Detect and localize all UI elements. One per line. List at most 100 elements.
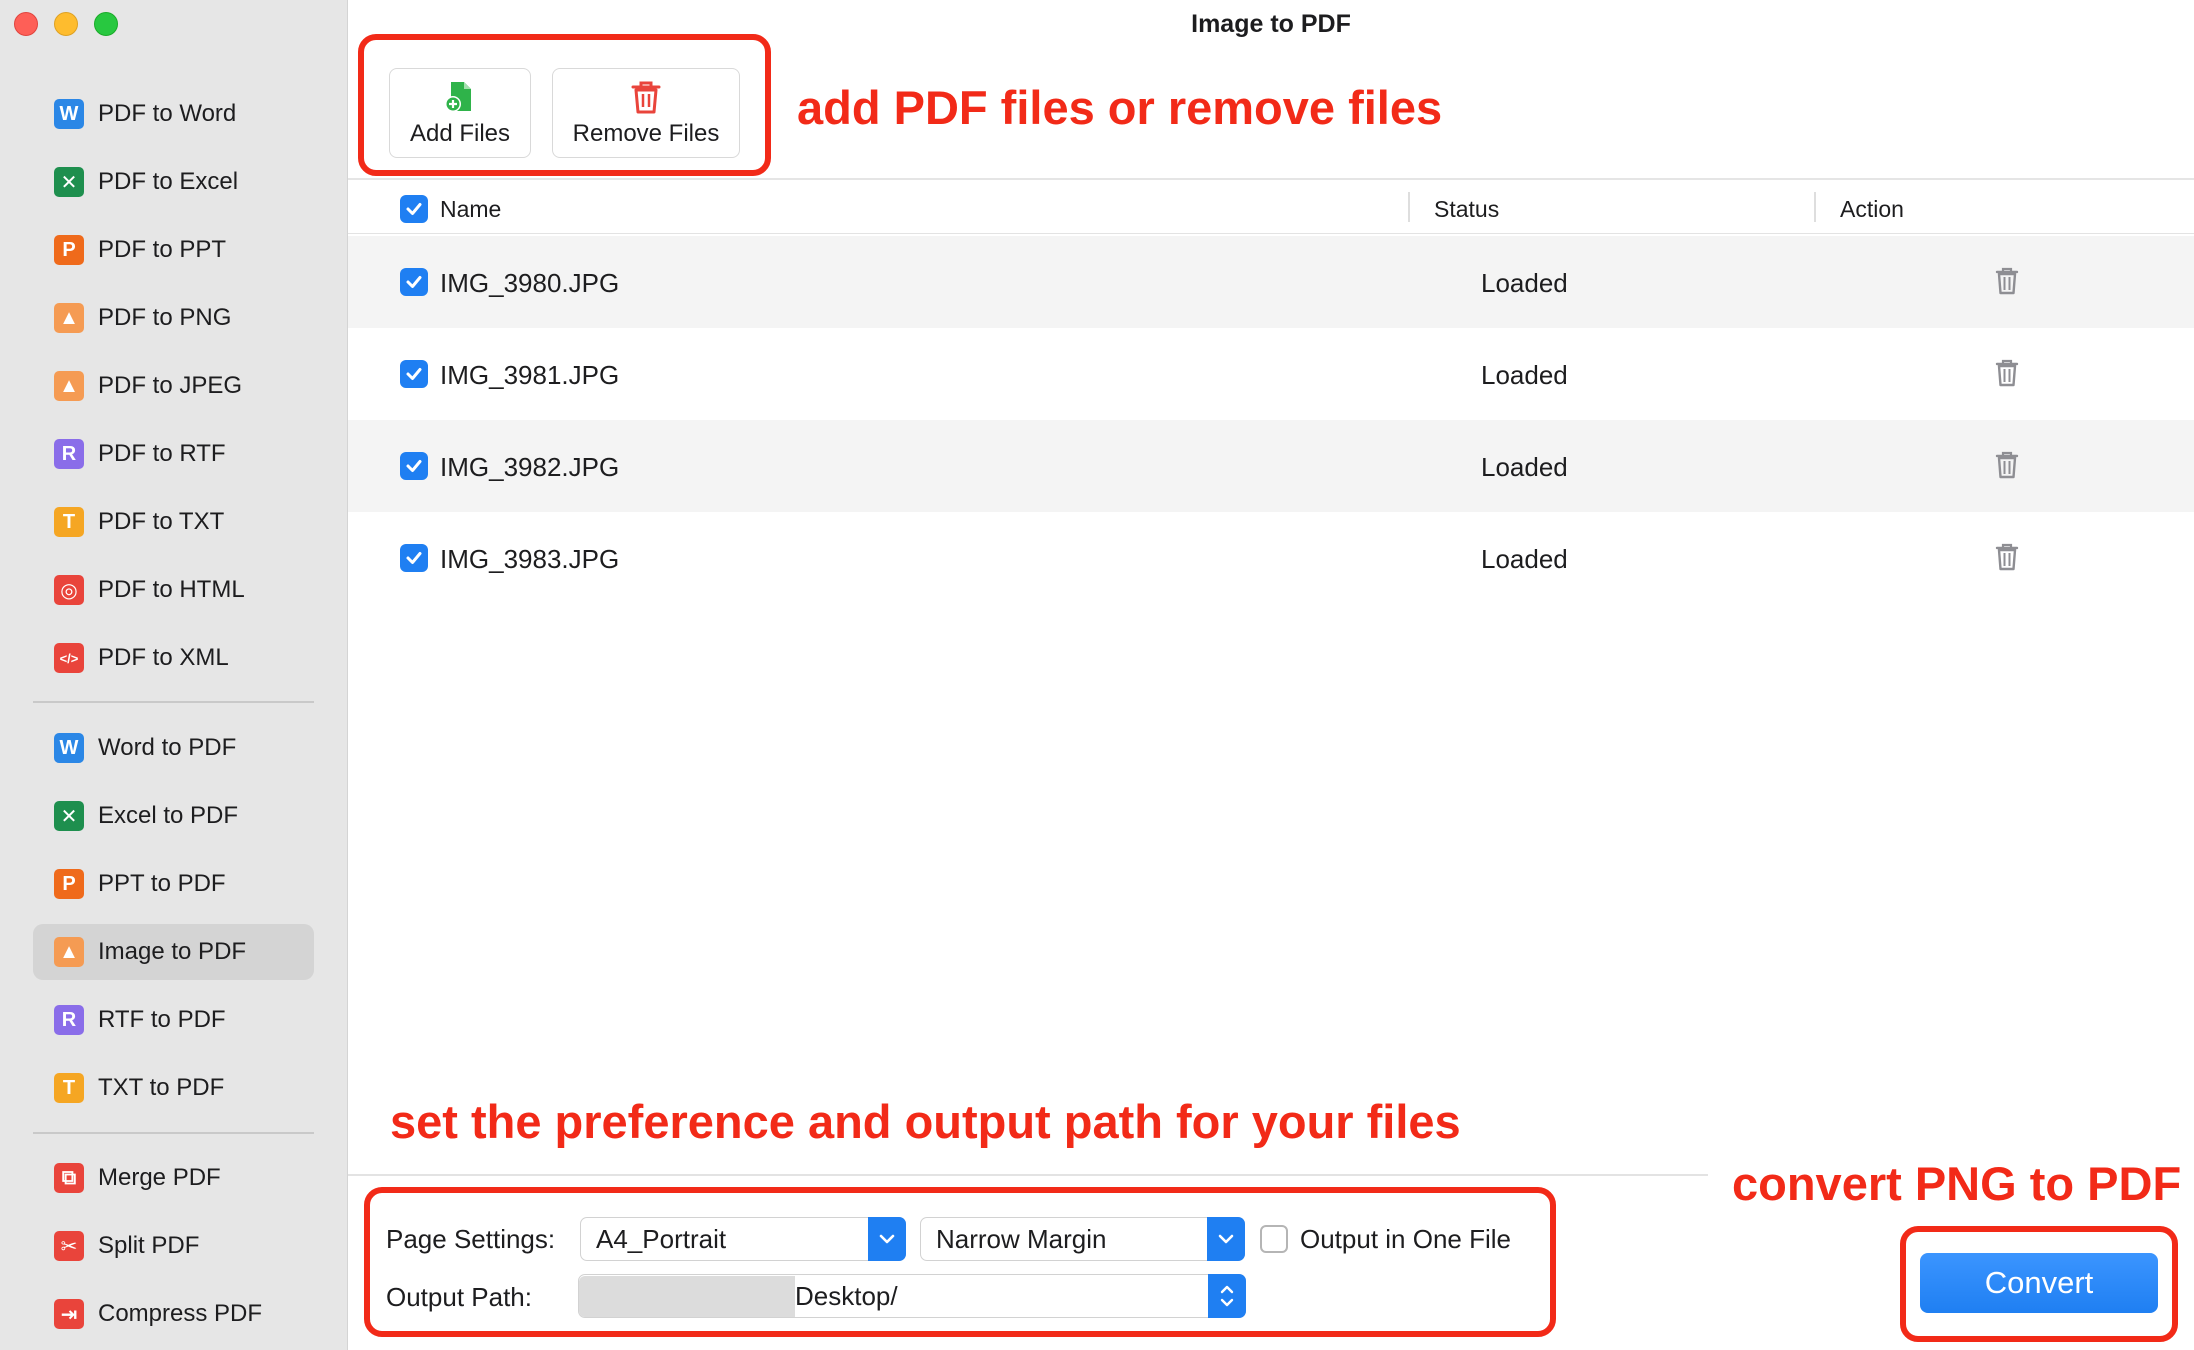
- sidebar-item-pdf-to-word[interactable]: W PDF to Word: [33, 86, 314, 142]
- column-separator: [1814, 192, 1816, 222]
- sidebar-divider: [33, 1132, 314, 1134]
- sidebar-item-label: Image to PDF: [98, 938, 247, 965]
- sidebar-item-label: PDF to Word: [98, 100, 237, 127]
- annotation-top-text: add PDF files or remove files: [797, 81, 1443, 134]
- file-name: IMG_3982.JPG: [440, 452, 620, 482]
- file-status: Loaded: [1481, 268, 1568, 298]
- sidebar-item-label: Word to PDF: [98, 734, 237, 761]
- table-row[interactable]: IMG_3983.JPG Loaded: [348, 512, 2194, 604]
- file-status: Loaded: [1481, 544, 1568, 574]
- delete-row-trash-icon[interactable]: [1994, 266, 2020, 303]
- delete-row-trash-icon[interactable]: [1994, 542, 2020, 579]
- column-header-name[interactable]: Name: [440, 196, 501, 223]
- word-icon: W: [54, 733, 84, 763]
- sidebar-item-label: PPT to PDF: [98, 870, 226, 897]
- table-row[interactable]: IMG_3982.JPG Loaded: [348, 420, 2194, 512]
- sidebar-item-pdf-to-rtf[interactable]: R PDF to RTF: [33, 426, 314, 482]
- close-window-button[interactable]: [14, 12, 38, 36]
- table-row[interactable]: IMG_3980.JPG Loaded: [348, 236, 2194, 328]
- image-icon: ▲: [54, 303, 84, 333]
- sidebar-item-label: PDF to Excel: [98, 168, 239, 195]
- merge-icon: ⧉: [54, 1163, 84, 1193]
- toolbar-separator: [348, 178, 2194, 180]
- table-row[interactable]: IMG_3981.JPG Loaded: [348, 328, 2194, 420]
- annotation-box-settings: [364, 1187, 1556, 1337]
- select-all-checkbox[interactable]: [400, 195, 428, 223]
- rtf-icon: R: [54, 439, 84, 469]
- delete-row-trash-icon[interactable]: [1994, 358, 2020, 395]
- column-separator: [1408, 192, 1410, 222]
- sidebar-item-word-to-pdf[interactable]: W Word to PDF: [33, 720, 314, 776]
- file-status: Loaded: [1481, 452, 1568, 482]
- sidebar-item-compress-pdf[interactable]: ⇥ Compress PDF: [33, 1286, 314, 1342]
- file-status: Loaded: [1481, 360, 1568, 390]
- image-icon: ▲: [54, 371, 84, 401]
- sidebar-item-excel-to-pdf[interactable]: ✕ Excel to PDF: [33, 788, 314, 844]
- sidebar-item-label: PDF to RTF: [98, 440, 226, 467]
- checkmark-icon: [406, 552, 422, 564]
- checkmark-icon: [406, 368, 422, 380]
- checkmark-icon: [406, 276, 422, 288]
- excel-icon: ✕: [54, 801, 84, 831]
- file-name: IMG_3981.JPG: [440, 360, 620, 390]
- zoom-window-button[interactable]: [94, 12, 118, 36]
- excel-icon: ✕: [54, 167, 84, 197]
- annotation-box-toolbar: [358, 34, 771, 176]
- sidebar-divider: [33, 701, 314, 703]
- sidebar-item-label: PDF to JPEG: [98, 372, 243, 399]
- checkmark-icon: [406, 460, 422, 472]
- row-checkbox[interactable]: [400, 268, 428, 296]
- ppt-icon: P: [54, 869, 84, 899]
- annotation-convert-text: convert PNG to PDF: [1732, 1157, 2182, 1210]
- window-controls: [14, 12, 118, 36]
- annotation-box-convert: [1900, 1226, 2178, 1342]
- file-name: IMG_3980.JPG: [440, 268, 620, 298]
- column-header-action[interactable]: Action: [1840, 196, 1904, 223]
- sidebar-item-pdf-to-xml[interactable]: </> PDF to XML: [33, 630, 314, 686]
- row-checkbox[interactable]: [400, 360, 428, 388]
- txt-icon: T: [54, 1073, 84, 1103]
- sidebar-item-pdf-to-txt[interactable]: T PDF to TXT: [33, 494, 314, 550]
- sidebar-item-label: PDF to PPT: [98, 236, 227, 263]
- sidebar-item-rtf-to-pdf[interactable]: R RTF to PDF: [33, 992, 314, 1048]
- sidebar-item-label: Excel to PDF: [98, 802, 239, 829]
- sidebar-item-pdf-to-excel[interactable]: ✕ PDF to Excel: [33, 154, 314, 210]
- sidebar-item-label: Compress PDF: [98, 1300, 263, 1327]
- compress-icon: ⇥: [54, 1299, 84, 1329]
- checkmark-icon: [406, 203, 422, 215]
- table-header: Name Status Action: [348, 184, 2194, 234]
- sidebar-item-merge-pdf[interactable]: ⧉ Merge PDF: [33, 1150, 314, 1206]
- sidebar-item-label: Split PDF: [98, 1232, 200, 1259]
- sidebar-item-txt-to-pdf[interactable]: T TXT to PDF: [33, 1060, 314, 1116]
- code-icon: </>: [54, 643, 84, 673]
- scissors-icon: ✂: [54, 1231, 84, 1261]
- image-icon: ▲: [54, 937, 84, 967]
- sidebar-item-pdf-to-html[interactable]: ◎ PDF to HTML: [33, 562, 314, 618]
- delete-row-trash-icon[interactable]: [1994, 450, 2020, 487]
- sidebar-item-pdf-to-ppt[interactable]: P PDF to PPT: [33, 222, 314, 278]
- sidebar-item-label: RTF to PDF: [98, 1006, 226, 1033]
- file-name: IMG_3983.JPG: [440, 544, 620, 574]
- globe-icon: ◎: [54, 575, 84, 605]
- annotation-bottom-text: set the preference and output path for y…: [390, 1095, 1461, 1148]
- sidebar-item-label: TXT to PDF: [98, 1074, 225, 1101]
- sidebar: W PDF to Word ✕ PDF to Excel P PDF to PPT ▲ PDF…: [0, 0, 348, 1350]
- sidebar-item-pdf-to-png[interactable]: ▲ PDF to PNG: [33, 290, 314, 346]
- sidebar-item-label: PDF to PNG: [98, 304, 232, 331]
- bottom-separator: [348, 1174, 1708, 1176]
- minimize-window-button[interactable]: [54, 12, 78, 36]
- ppt-icon: P: [54, 235, 84, 265]
- sidebar-item-label: Merge PDF: [98, 1164, 221, 1191]
- word-icon: W: [54, 99, 84, 129]
- sidebar-item-pdf-to-jpeg[interactable]: ▲ PDF to JPEG: [33, 358, 314, 414]
- txt-icon: T: [54, 507, 84, 537]
- sidebar-item-ppt-to-pdf[interactable]: P PPT to PDF: [33, 856, 314, 912]
- row-checkbox[interactable]: [400, 452, 428, 480]
- row-checkbox[interactable]: [400, 544, 428, 572]
- sidebar-item-label: PDF to XML: [98, 644, 229, 671]
- sidebar-item-split-pdf[interactable]: ✂ Split PDF: [33, 1218, 314, 1274]
- sidebar-item-label: PDF to HTML: [98, 576, 245, 603]
- sidebar-item-image-to-pdf[interactable]: ▲ Image to PDF: [33, 924, 314, 980]
- column-header-status[interactable]: Status: [1434, 196, 1499, 223]
- sidebar-item-label: PDF to TXT: [98, 508, 225, 535]
